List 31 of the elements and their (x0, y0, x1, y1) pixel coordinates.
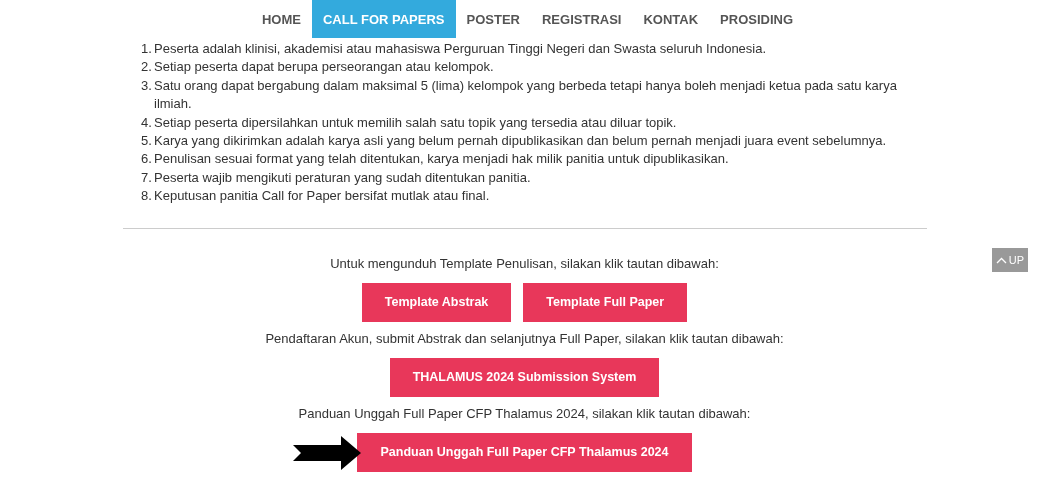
nav-tab[interactable]: PROSIDING (709, 0, 805, 38)
instruction-text: Untuk mengunduh Template Penulisan, silakan klik tautan dibawah: (330, 254, 719, 273)
rule-text: Peserta wajib mengikuti peraturan yang sudah ditentukan panitia. (154, 168, 531, 187)
rule-text: Keputusan panitia Call for Paper bersifat mutlak atau final. (154, 187, 490, 206)
list-number: 7. (141, 168, 153, 187)
rule-text: Satu orang dapat bergabung dalam maksimal 5 (lima) kelompok yang berbeda tetapi hanya boleh menjadi ketua pada satu karya ilmiah. (154, 76, 898, 114)
list-number: 1. (141, 40, 153, 58)
rule-text: Karya yang dikirimkan adalah karya asli yang belum pernah dipublikasikan dan belum pernah menjadi juara event sebelumnya. (154, 132, 887, 151)
nav-tab[interactable]: CALL FOR PAPERS (311, 0, 456, 38)
rule-text: Setiap peserta dapat berupa perseorangan atau kelompok. (154, 58, 494, 77)
list-number: 5. (141, 132, 153, 151)
link-button[interactable]: THALAMUS 2024 Submission System (389, 357, 660, 397)
rule-text: Penulisan sesuai format yang telah ditentukan, karya menjadi hak milik panitia untuk dipublikasikan. (154, 150, 729, 169)
list-number: 8. (141, 187, 153, 206)
list-number: 6. (141, 150, 153, 169)
nav-tab[interactable]: KONTAK (632, 0, 710, 38)
link-button[interactable]: Template Abstrak (361, 282, 512, 322)
instruction-text: Panduan Unggah Full Paper CFP Thalamus 2024, silakan klik tautan dibawah: (298, 404, 751, 423)
scroll-up-button[interactable]: UP (992, 248, 1028, 272)
rule-text: Setiap peserta dipersilahkan untuk memilih salah satu topik yang tersedia atau diluar topik. (154, 113, 677, 132)
nav-tab[interactable]: REGISTRASI (531, 0, 633, 38)
list-number: 4. (141, 113, 153, 132)
link-button[interactable]: Panduan Unggah Full Paper CFP Thalamus 2024 (357, 432, 692, 472)
rule-text: Peserta adalah klinisi, akademisi atau mahasiswa Perguruan Tinggi Negeri dan Swasta seluruh Indonesia. (154, 40, 767, 58)
chevron-up-icon (995, 256, 1007, 264)
nav-tab[interactable]: POSTER (455, 0, 531, 38)
instruction-text: Pendaftaran Akun, submit Abstrak dan selanjutnya Full Paper, silakan klik tautan dibawah: (265, 329, 784, 348)
list-number: 3. (141, 76, 153, 95)
nav-tab[interactable]: HOME (250, 0, 312, 38)
list-number: 2. (141, 58, 153, 77)
link-button[interactable]: Template Full Paper (523, 282, 688, 322)
